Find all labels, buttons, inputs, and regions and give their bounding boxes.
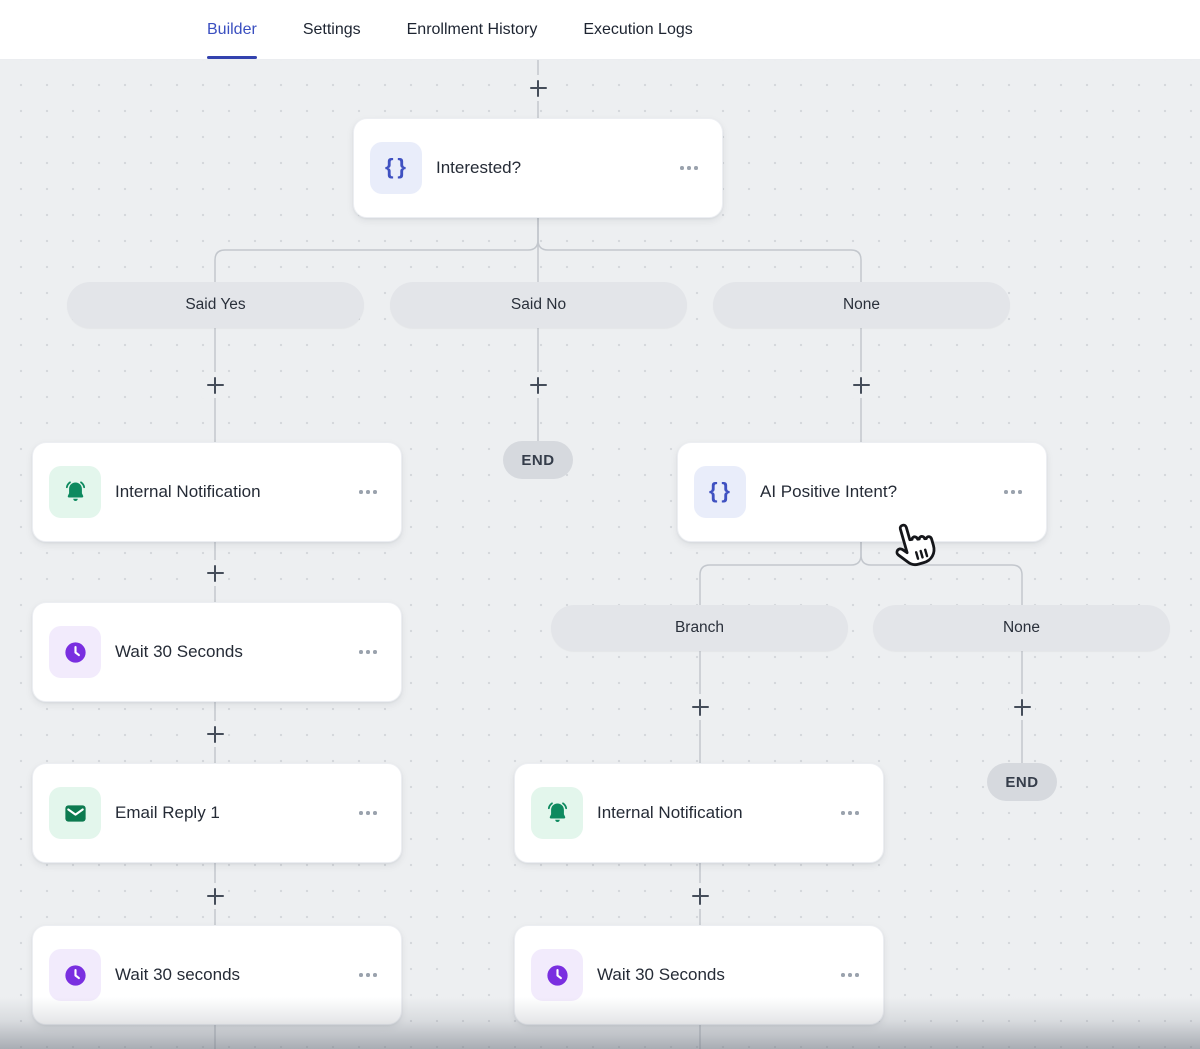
- clock-icon: [531, 949, 583, 1001]
- more-options-icon[interactable]: [357, 484, 379, 500]
- clock-icon: [49, 949, 101, 1001]
- clock-icon: [49, 626, 101, 678]
- add-step-button[interactable]: [687, 883, 713, 909]
- add-step-button[interactable]: [202, 721, 228, 747]
- node-title: Wait 30 Seconds: [115, 642, 243, 661]
- node-title: Email Reply 1: [115, 803, 220, 822]
- end-badge: END: [503, 441, 573, 479]
- node-title: Wait 30 Seconds: [597, 965, 725, 984]
- node-email-reply-1[interactable]: Email Reply 1: [32, 763, 402, 863]
- add-step-button[interactable]: [202, 372, 228, 398]
- more-options-icon[interactable]: [839, 805, 861, 821]
- branch-label-none-2[interactable]: None: [873, 605, 1170, 651]
- braces-icon: { }: [370, 142, 422, 194]
- node-internal-notification-1[interactable]: Internal Notification: [32, 442, 402, 542]
- bell-icon: [49, 466, 101, 518]
- more-options-icon[interactable]: [357, 805, 379, 821]
- more-options-icon[interactable]: [1002, 484, 1024, 500]
- add-step-button[interactable]: [848, 372, 874, 398]
- bell-icon: [531, 787, 583, 839]
- node-title: AI Positive Intent?: [760, 482, 898, 501]
- node-wait-30-seconds-1[interactable]: Wait 30 Seconds: [32, 602, 402, 702]
- branch-label-none[interactable]: None: [713, 282, 1010, 328]
- more-options-icon[interactable]: [357, 967, 379, 983]
- tab-enrollment-history[interactable]: Enrollment History: [407, 0, 538, 59]
- add-step-button[interactable]: [1009, 694, 1035, 720]
- add-step-button[interactable]: [525, 75, 551, 101]
- workflow-canvas[interactable]: { } Interested? Said Yes Said No None EN…: [0, 60, 1200, 1049]
- add-step-button[interactable]: [202, 883, 228, 909]
- tab-execution-logs[interactable]: Execution Logs: [583, 0, 692, 59]
- add-step-button[interactable]: [202, 560, 228, 586]
- add-step-button[interactable]: [687, 694, 713, 720]
- tab-builder[interactable]: Builder: [207, 0, 257, 59]
- node-title: Interested?: [436, 158, 522, 177]
- node-title: Wait 30 seconds: [115, 965, 241, 984]
- node-interested[interactable]: { } Interested?: [353, 118, 723, 218]
- node-title: Internal Notification: [115, 482, 261, 501]
- node-internal-notification-2[interactable]: Internal Notification: [514, 763, 884, 863]
- branch-label-said-no[interactable]: Said No: [390, 282, 687, 328]
- branch-label-said-yes[interactable]: Said Yes: [67, 282, 364, 328]
- braces-icon: { }: [694, 466, 746, 518]
- node-wait-30-seconds-3[interactable]: Wait 30 Seconds: [514, 925, 884, 1025]
- node-wait-30-seconds-2[interactable]: Wait 30 seconds: [32, 925, 402, 1025]
- end-badge: END: [987, 763, 1057, 801]
- more-options-icon[interactable]: [839, 967, 861, 983]
- node-ai-positive-intent[interactable]: { } AI Positive Intent?: [677, 442, 1047, 542]
- more-options-icon[interactable]: [357, 644, 379, 660]
- tab-bar: Builder Settings Enrollment History Exec…: [0, 0, 1200, 60]
- tab-settings[interactable]: Settings: [303, 0, 361, 59]
- node-title: Internal Notification: [597, 803, 743, 822]
- mail-icon: [49, 787, 101, 839]
- more-options-icon[interactable]: [678, 160, 700, 176]
- add-step-button[interactable]: [525, 372, 551, 398]
- branch-label-branch[interactable]: Branch: [551, 605, 848, 651]
